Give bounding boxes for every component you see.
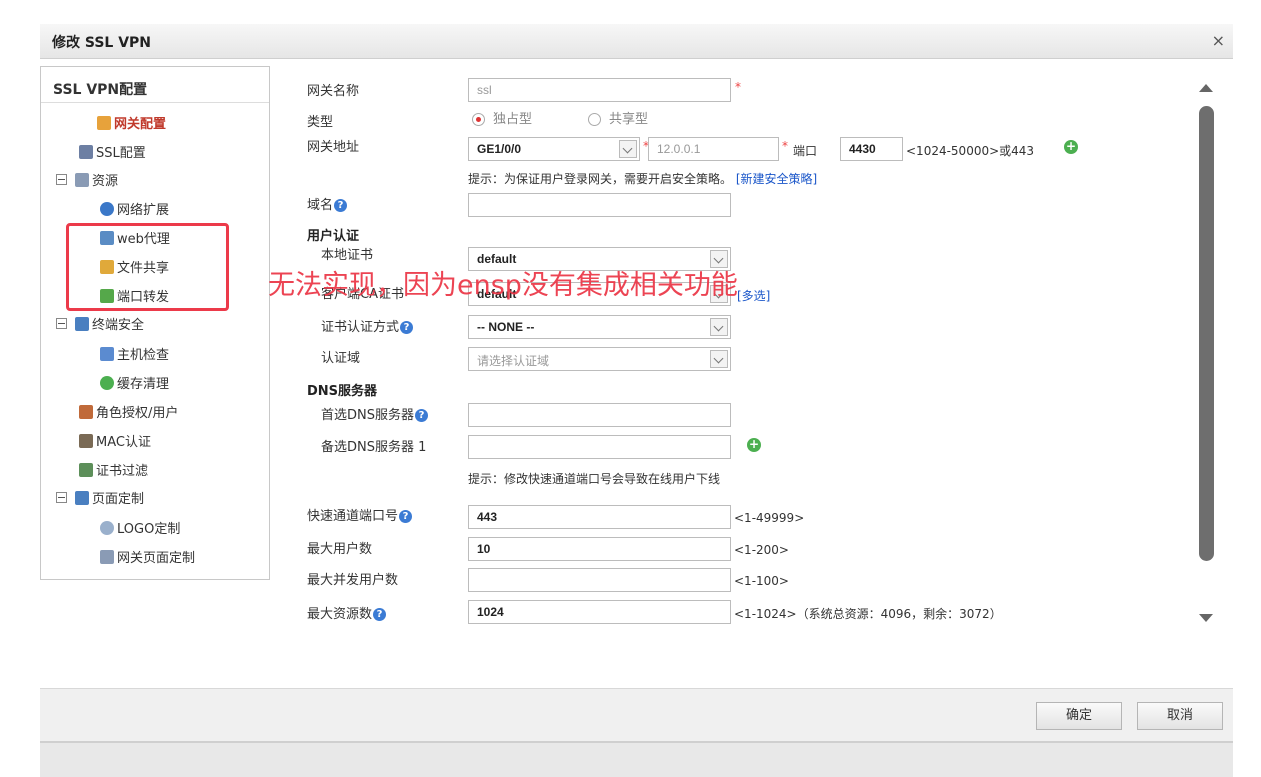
radio-checked-icon: [472, 113, 485, 126]
dns-primary-label: 首选DNS服务器?: [321, 404, 428, 423]
dialog-title: 修改 SSL VPN: [52, 35, 152, 51]
sidebar-item-cert-filter[interactable]: 证书过滤: [79, 460, 148, 479]
domain-field[interactable]: [468, 193, 731, 217]
scroll-up-icon[interactable]: [1199, 84, 1213, 92]
collapse-icon[interactable]: [56, 492, 67, 503]
cancel-button[interactable]: 取消: [1137, 702, 1223, 730]
max-concurrent-field[interactable]: [468, 568, 731, 592]
max-concurrent-label: 最大并发用户数: [307, 573, 399, 588]
annotation-text: 无法实现，因为ensp没有集成相关功能: [268, 270, 738, 301]
page-custom-icon: [75, 490, 89, 505]
sidebar-item-resource[interactable]: 资源: [56, 170, 118, 189]
sidebar-item-cache-clean[interactable]: 缓存清理: [100, 373, 169, 392]
sidebar-header: SSL VPN配置: [41, 67, 269, 103]
network-extension-icon: [100, 201, 114, 216]
max-users-range: <1-200>: [734, 543, 789, 557]
fast-port-hint: 提示：修改快速通道端口号会导致在线用户下线: [468, 472, 721, 486]
dns-section: DNS服务器: [307, 384, 378, 399]
resource-icon: [75, 172, 89, 187]
port-field[interactable]: 4430: [840, 137, 903, 161]
role-user-icon: [79, 404, 93, 419]
ssl-config-icon: [79, 144, 93, 159]
sidebar-item-host-check[interactable]: 主机检查: [100, 344, 169, 363]
type-shared-radio[interactable]: 共享型: [588, 108, 648, 127]
sidebar-item-ssl-config[interactable]: SSL配置: [79, 142, 146, 161]
max-concurrent-range: <1-100>: [734, 574, 789, 588]
max-users-field[interactable]: 10: [468, 537, 731, 561]
sidebar-item-logo-custom[interactable]: LOGO定制: [100, 518, 180, 537]
cert-auth-select[interactable]: -- NONE --: [468, 315, 731, 339]
help-icon[interactable]: ?: [373, 608, 387, 621]
max-resources-field[interactable]: 1024: [468, 600, 731, 624]
sidebar-item-role-user[interactable]: 角色授权/用户: [79, 402, 178, 421]
help-icon[interactable]: ?: [399, 510, 413, 523]
help-icon[interactable]: ?: [334, 199, 348, 212]
fast-port-field[interactable]: 443: [468, 505, 731, 529]
max-users-label: 最大用户数: [307, 542, 373, 557]
chevron-down-icon: [619, 140, 637, 158]
collapse-icon[interactable]: [56, 318, 67, 329]
dialog-footer: 确定 取消: [40, 688, 1233, 741]
gateway-page-icon: [100, 549, 114, 564]
fast-port-label: 快速通道端口号?: [307, 505, 413, 524]
new-security-policy-link[interactable]: [新建安全策略]: [736, 172, 817, 186]
sidebar-item-mac-auth[interactable]: MAC认证: [79, 431, 151, 450]
cert-filter-icon: [79, 462, 93, 477]
collapse-icon[interactable]: [56, 174, 67, 185]
sidebar-item-gateway-page[interactable]: 网关页面定制: [100, 547, 195, 566]
security-hint: 提示：为保证用户登录网关，需要开启安全策略。 [新建安全策略]: [468, 172, 818, 186]
max-resources-range: <1-1024>（系统总资源：4096，剩余：3072）: [734, 607, 1002, 621]
cache-clean-icon: [100, 375, 114, 390]
gateway-name-label: 网关名称: [307, 84, 360, 99]
required-mark: *: [735, 80, 741, 94]
local-cert-label: 本地证书: [321, 248, 374, 263]
sidebar-item-terminal-security[interactable]: 终端安全: [56, 314, 144, 333]
required-mark: *: [782, 139, 788, 153]
gateway-config-icon: [97, 115, 111, 130]
add-icon[interactable]: +: [747, 438, 761, 452]
scroll-down-icon[interactable]: [1199, 614, 1213, 622]
help-icon[interactable]: ?: [400, 321, 414, 334]
radio-unchecked-icon: [588, 113, 601, 126]
mac-auth-icon: [79, 433, 93, 448]
sidebar-item-gateway-config[interactable]: 网关配置: [97, 113, 166, 132]
auth-domain-label: 认证域: [321, 351, 361, 366]
ok-button[interactable]: 确定: [1036, 702, 1122, 730]
interface-select[interactable]: GE1/0/0: [468, 137, 640, 161]
type-exclusive-radio[interactable]: 独占型: [472, 108, 532, 127]
fast-port-range: <1-49999>: [734, 511, 805, 525]
host-check-icon: [100, 346, 114, 361]
dns-backup-field[interactable]: [468, 435, 731, 459]
ip-field: 12.0.0.1: [648, 137, 779, 161]
chevron-down-icon: [710, 350, 728, 368]
scrollbar-thumb[interactable]: [1199, 106, 1214, 561]
multi-select-link[interactable]: [多选]: [737, 287, 770, 304]
cert-auth-label: 证书认证方式?: [321, 316, 414, 335]
port-label: 端口: [793, 144, 818, 158]
bottom-strip: [40, 741, 1233, 777]
type-label: 类型: [307, 115, 334, 130]
help-icon[interactable]: ?: [415, 409, 428, 422]
max-resources-label: 最大资源数?: [307, 603, 387, 622]
dialog-title-bar: 修改 SSL VPN ×: [40, 24, 1233, 59]
gateway-name-field: ssl: [468, 78, 731, 102]
gateway-addr-label: 网关地址: [307, 140, 360, 155]
domain-label: 域名?: [307, 194, 348, 213]
dns-primary-field[interactable]: [468, 403, 731, 427]
add-icon[interactable]: +: [1064, 140, 1078, 154]
sidebar-item-network-extension[interactable]: 网络扩展: [100, 199, 169, 218]
chevron-down-icon: [710, 318, 728, 336]
dns-backup-label: 备选DNS服务器 1: [321, 440, 427, 455]
sidebar-item-page-custom[interactable]: 页面定制: [56, 488, 144, 507]
close-icon[interactable]: ×: [1212, 31, 1225, 50]
port-range-hint: <1024-50000>或443: [906, 144, 1035, 158]
logo-custom-icon: [100, 520, 114, 535]
auth-domain-select[interactable]: 请选择认证域: [468, 347, 731, 371]
user-auth-section: 用户认证: [307, 229, 360, 244]
annotation-box: [66, 223, 229, 311]
terminal-security-icon: [75, 316, 89, 331]
